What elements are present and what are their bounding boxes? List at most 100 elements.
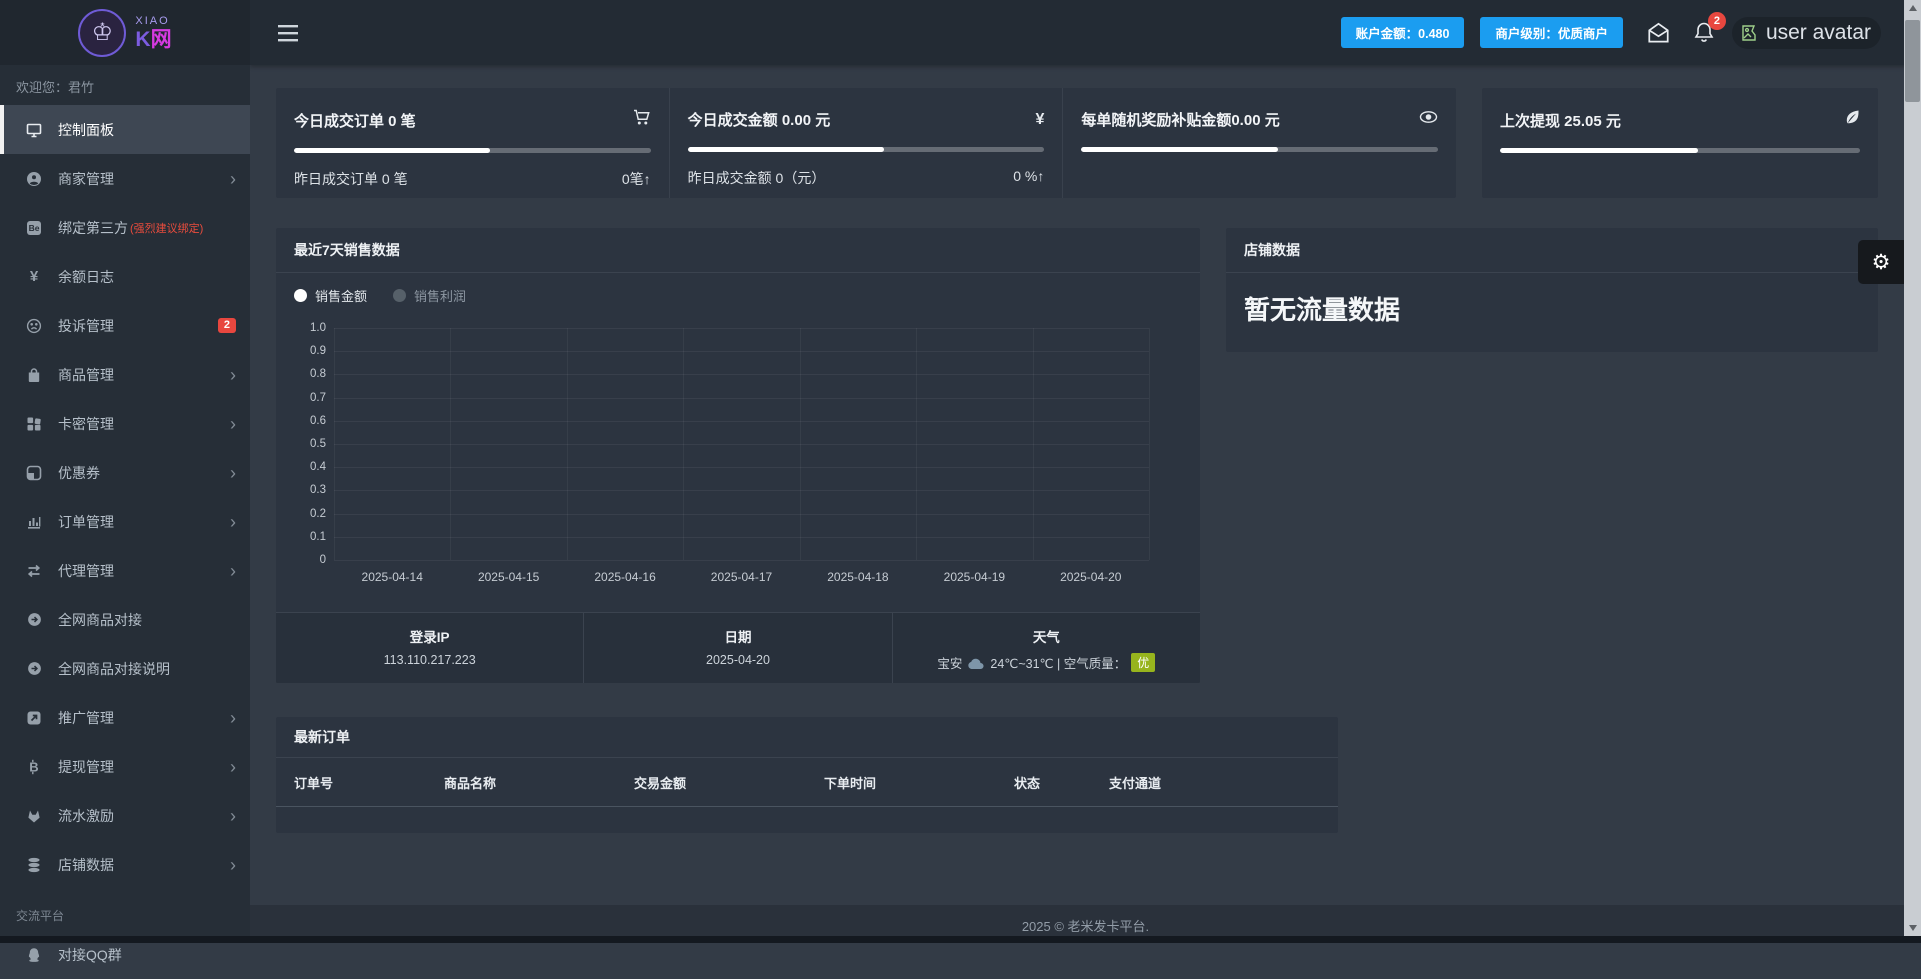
scrollbar-down-arrow[interactable] [1904, 920, 1921, 936]
database-icon [24, 857, 44, 873]
y-axis-tick: 0.6 [310, 414, 326, 427]
coupon-icon [24, 465, 44, 481]
stat-card: 今日成交金额 0.00 元 ¥ 昨日成交金额 0（元） 0 %↑ [668, 88, 1063, 198]
brand-xiao-text: XIAO [135, 14, 170, 27]
sidebar-item-label: 全网商品对接 [58, 611, 142, 628]
sidebar-item-label: 对接QQ群 [58, 946, 122, 963]
shop-data-panel: 店铺数据 暂无流量数据 [1226, 228, 1878, 352]
settings-gear-icon[interactable]: ⚙ [1858, 240, 1904, 284]
sidebar-item-控制面板[interactable]: 控制面板 [0, 105, 250, 154]
dashboard-content: 今日成交订单 0 笔昨日成交订单 0 笔 0笔↑ 今日成交金额 0.00 元 ¥ 昨日成… [250, 65, 1921, 943]
account-balance-button[interactable]: 账户金额：0.480 [1340, 17, 1465, 48]
y-axis-tick: 0.8 [310, 368, 326, 381]
sidebar-item-商品管理[interactable]: 商品管理 › [0, 350, 250, 399]
svg-text:Be: Be [29, 223, 40, 233]
sidebar-item-流水激励[interactable]: 流水激励 › [0, 791, 250, 840]
brand-logo[interactable]: ♔ XIAO K网 [0, 0, 250, 65]
sidebar-item-全网商品对接说明[interactable]: 全网商品对接说明 [0, 644, 250, 693]
chevron-right-icon: › [230, 805, 236, 826]
stat-card-bottom-left: 昨日成交订单 0 笔 [294, 171, 408, 187]
chevron-right-icon: › [230, 560, 236, 581]
broken-image-icon [1742, 24, 1760, 41]
cloud-icon [967, 656, 985, 670]
vertical-scrollbar[interactable] [1904, 0, 1921, 936]
stat-card-title: 每单随机奖励补贴金额0.00 元 [1081, 112, 1280, 129]
notification-count-badge: 2 [1707, 12, 1726, 30]
eye-icon [1419, 110, 1438, 129]
latest-orders-title: 最新订单 [276, 717, 1338, 758]
scrollbar-up-arrow[interactable] [1904, 0, 1921, 16]
date-label: 日期 [724, 630, 752, 645]
bitcoin-icon: B [24, 759, 44, 775]
sidebar-item-label: 推广管理 [58, 709, 114, 726]
air-quality-badge: 优 [1131, 653, 1156, 672]
sidebar-item-推广管理[interactable]: 推广管理 › [0, 693, 250, 742]
arrow-circle-icon [24, 612, 44, 627]
stat-progress-bar [687, 147, 1045, 152]
stat-card: 上次提现 25.05 元 [1482, 88, 1878, 198]
sidebar-item-label: 代理管理 [58, 562, 114, 579]
leaf-icon [1844, 109, 1860, 131]
y-axis-tick: 0.2 [310, 507, 326, 520]
legend-label: 销售利润 [414, 289, 467, 304]
sidebar-section-label: 交流平台 [16, 909, 65, 923]
sidebar-item-店铺数据[interactable]: 店铺数据 › [0, 840, 250, 889]
chevron-right-icon: › [230, 756, 236, 777]
bag-icon [24, 367, 44, 383]
chart-legend: 销售金额 销售利润 [294, 286, 466, 305]
chevron-right-icon: › [230, 854, 236, 875]
sidebar-item-代理管理[interactable]: 代理管理 › [0, 546, 250, 595]
sidebar-item-投诉管理[interactable]: 投诉管理 2 [0, 301, 250, 350]
sidebar-item-提现管理[interactable]: B 提现管理 › [0, 742, 250, 791]
sidebar-item-全网商品对接[interactable]: 全网商品对接 [0, 595, 250, 644]
latest-orders-panel: 最新订单 订单号 商品名称 交易金额 下单时间 状态 支付通道 [276, 717, 1338, 833]
stat-card-bottom-right: 0 %↑ [1013, 168, 1045, 184]
y-axis-tick: 0.5 [310, 438, 326, 450]
chevron-right-icon: › [230, 511, 236, 532]
legend-item-销售金额[interactable]: 销售金额 [294, 286, 367, 305]
sidebar-item-label: 全网商品对接说明 [58, 660, 170, 677]
y-axis-tick: 0.1 [310, 530, 326, 543]
orders-column-下单时间: 下单时间 [824, 775, 877, 791]
sidebar-item-label: 绑定第三方 [58, 219, 128, 236]
stat-progress-bar [1500, 148, 1860, 153]
sidebar-item-商家管理[interactable]: 商家管理 › [0, 154, 250, 203]
orders-column-商品名称: 商品名称 [444, 775, 497, 791]
chevron-right-icon: › [230, 707, 236, 728]
person-icon [24, 171, 44, 187]
legend-item-销售利润[interactable]: 销售利润 [393, 286, 466, 305]
scrollbar-thumb[interactable] [1905, 20, 1920, 102]
sidebar-menu: 控制面板 商家管理 › Be 绑定第三方 (强烈建议绑定) ¥ 余额日志 投诉管理 2 商品管理 › 卡… [0, 105, 250, 979]
merchant-level-button[interactable]: 商户级别：优质商户 [1480, 17, 1623, 48]
bottom-edge-strip [0, 936, 1921, 943]
chevron-right-icon: › [230, 364, 236, 385]
mail-icon[interactable] [1645, 20, 1672, 46]
fox-icon [24, 808, 44, 824]
sidebar-item-优惠券[interactable]: 优惠券 › [0, 448, 250, 497]
sidebar-item-余额日志[interactable]: ¥ 余额日志 [0, 252, 250, 301]
sidebar-item-label: 商品管理 [58, 366, 114, 383]
stat-card: 今日成交订单 0 笔昨日成交订单 0 笔 0笔↑ [276, 88, 669, 198]
chevron-right-icon: › [230, 462, 236, 483]
sidebar-item-卡密管理[interactable]: 卡密管理 › [0, 399, 250, 448]
chart-plot-area [334, 328, 1150, 561]
sidebar-item-绑定第三方[interactable]: Be 绑定第三方 (强烈建议绑定) [0, 203, 250, 252]
stat-cards-panel: 今日成交订单 0 笔昨日成交订单 0 笔 0笔↑ 今日成交金额 0.00 元 ¥ 昨日成… [276, 88, 1456, 198]
x-axis-tick: 2025-04-17 [710, 570, 773, 584]
legend-label: 销售金额 [315, 289, 368, 304]
user-avatar[interactable]: user avatar [1731, 16, 1881, 49]
y-axis-tick: 0.4 [310, 461, 326, 474]
stat-card-bottom-left: 昨日成交金额 0（元） [687, 170, 826, 186]
user-avatar-alt-text: user avatar [1765, 20, 1871, 44]
date-value: 2025-04-20 [706, 653, 770, 667]
stat-progress-bar [1081, 147, 1439, 152]
menu-toggle-icon[interactable] [278, 23, 302, 43]
grid-icon [24, 416, 44, 432]
barchart-icon [24, 514, 44, 530]
sidebar-item-订单管理[interactable]: 订单管理 › [0, 497, 250, 546]
weather-label: 天气 [1032, 630, 1060, 645]
sidebar-item-label: 控制面板 [58, 121, 114, 138]
y-axis-tick: 1.0 [310, 322, 326, 334]
notifications-bell-icon[interactable]: 2 [1692, 12, 1726, 45]
y-axis-tick: 0.3 [310, 484, 326, 497]
